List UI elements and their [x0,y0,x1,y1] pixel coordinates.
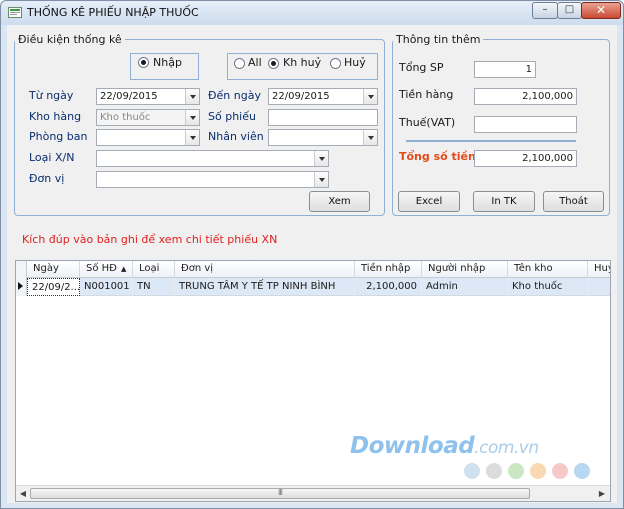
radio-kh-huy-label: Kh huỷ [283,56,322,69]
unit-label: Đơn vị [29,172,65,185]
watermark-dot [574,463,590,479]
to-date-picker[interactable]: 22/09/2015 [268,88,378,105]
goods-amount-field[interactable]: 2,100,000 [474,88,577,105]
voucher-no-label: Số phiếu [208,110,256,123]
col-header-invoice[interactable]: Số HĐ ▲ [80,261,133,278]
hint-text: Kích đúp vào bản ghi để xem chi tiết phi… [22,233,278,246]
sort-asc-icon: ▲ [121,265,127,273]
unit-combo[interactable] [96,171,329,188]
col-header-date[interactable]: Ngày [27,261,80,278]
scroll-thumb[interactable]: III [30,488,530,499]
scroll-right-icon[interactable]: ▶ [596,487,608,500]
watermark-dot [530,463,546,479]
maximize-button[interactable]: □ [557,2,582,19]
unit-dropdown-icon[interactable] [314,172,328,187]
app-icon [8,7,22,18]
from-date-picker[interactable]: 22/09/2015 [96,88,200,105]
total-amount-label: Tổng số tiền [399,150,476,163]
watermark-dot [508,463,524,479]
cell-amount[interactable]: 2,100,000 [355,278,422,296]
maximize-icon: □ [564,4,575,15]
radio-huy[interactable] [330,58,341,69]
current-row-icon [18,282,23,290]
cell-warehouse[interactable]: Kho thuốc [508,278,588,296]
from-date-dropdown-icon[interactable] [185,89,199,104]
minimize-button[interactable]: – [532,2,558,19]
cell-invoice[interactable]: N001001 [80,278,133,296]
department-dropdown-icon[interactable] [185,130,199,145]
window-title: THỐNG KÊ PHIẾU NHẬP THUỐC [27,6,199,19]
col-header-creator[interactable]: Người nhập [422,261,508,278]
watermark-logo: Download.com.vn [350,433,539,459]
total-sp-field[interactable]: 1 [474,61,536,78]
title-bar[interactable]: THỐNG KÊ PHIẾU NHẬP THUỐC – □ ✕ [1,1,623,25]
radio-nhap[interactable] [138,57,149,68]
col-header-amount[interactable]: Tiền nhập [355,261,422,278]
col-header-invoice-label: Số HĐ [86,263,117,274]
staff-label: Nhân viên [208,130,264,143]
row-indicator [16,278,27,296]
col-header-type[interactable]: Loại [133,261,175,278]
table-row[interactable]: 22/09/2... N001001 TN TRUNG TÂM Y TẾ TP … [16,278,610,296]
radio-all[interactable] [234,58,245,69]
info-divider [406,140,576,142]
warehouse-combo[interactable]: Kho thuốc [96,109,200,126]
from-date-label: Từ ngày [29,89,74,102]
from-date-value: 22/09/2015 [100,91,158,102]
excel-button[interactable]: Excel [398,191,460,212]
exit-button[interactable]: Thoát [543,191,604,212]
xn-type-combo[interactable] [96,150,329,167]
scroll-left-icon[interactable]: ◀ [17,487,29,500]
warehouse-label: Kho hàng [29,110,82,123]
cell-unit[interactable]: TRUNG TÂM Y TẾ TP NINH BÌNH [175,278,355,296]
main-window: THỐNG KÊ PHIẾU NHẬP THUỐC – □ ✕ Điều kiệ… [0,0,624,509]
staff-dropdown-icon[interactable] [363,130,377,145]
watermark-dot [486,463,502,479]
to-date-label: Đến ngày [208,89,261,102]
cell-creator[interactable]: Admin [422,278,508,296]
vat-label: Thuế(VAT) [399,116,456,129]
close-button[interactable]: ✕ [581,2,621,19]
cell-type[interactable]: TN [133,278,175,296]
to-date-dropdown-icon[interactable] [363,89,377,104]
horizontal-scrollbar[interactable]: ◀ III ▶ [16,485,610,501]
vat-field[interactable] [474,116,577,133]
to-date-value: 22/09/2015 [272,91,330,102]
total-amount-field[interactable]: 2,100,000 [474,150,577,167]
department-label: Phòng ban [29,130,88,143]
filter-group-legend: Điều kiện thống kê [18,33,122,46]
voucher-no-input[interactable] [268,109,378,126]
col-header-warehouse[interactable]: Tên kho [508,261,588,278]
close-icon: ✕ [595,3,607,17]
radio-nhap-label: Nhập [153,56,182,69]
xn-type-dropdown-icon[interactable] [314,151,328,166]
minimize-icon: – [542,4,548,15]
watermark-dot [464,463,480,479]
cell-date[interactable]: 22/09/2... [27,278,80,296]
print-button[interactable]: In TK [473,191,535,212]
client-area: Điều kiện thống kê Nhập All Kh huỷ Huỷ T… [7,25,617,503]
scroll-grip-icon: III [277,488,283,497]
watermark-suffix: .com.vn [474,438,539,458]
warehouse-value: Kho thuốc [100,112,151,123]
grid-header: Ngày Số HĐ ▲ Loại Đơn vị Tiền nhập Người… [16,261,610,278]
watermark-brand: Download [350,433,475,459]
radio-all-label: All [248,56,262,69]
grid-corner [16,261,27,278]
warehouse-dropdown-icon[interactable] [185,110,199,125]
xn-type-label: Loại X/N [29,151,75,164]
col-header-unit[interactable]: Đơn vị [175,261,355,278]
col-header-cancel[interactable]: Huỷ [588,261,610,278]
cell-cancel[interactable] [588,278,610,296]
department-combo[interactable] [96,129,200,146]
staff-combo[interactable] [268,129,378,146]
view-button[interactable]: Xem [309,191,370,212]
goods-amount-label: Tiền hàng [399,88,454,101]
watermark-dots [464,463,596,481]
radio-huy-label: Huỷ [344,56,366,69]
radio-kh-huy[interactable] [268,58,279,69]
total-sp-label: Tổng SP [399,61,444,74]
watermark-dot [552,463,568,479]
info-group-legend: Thông tin thêm [396,33,481,46]
